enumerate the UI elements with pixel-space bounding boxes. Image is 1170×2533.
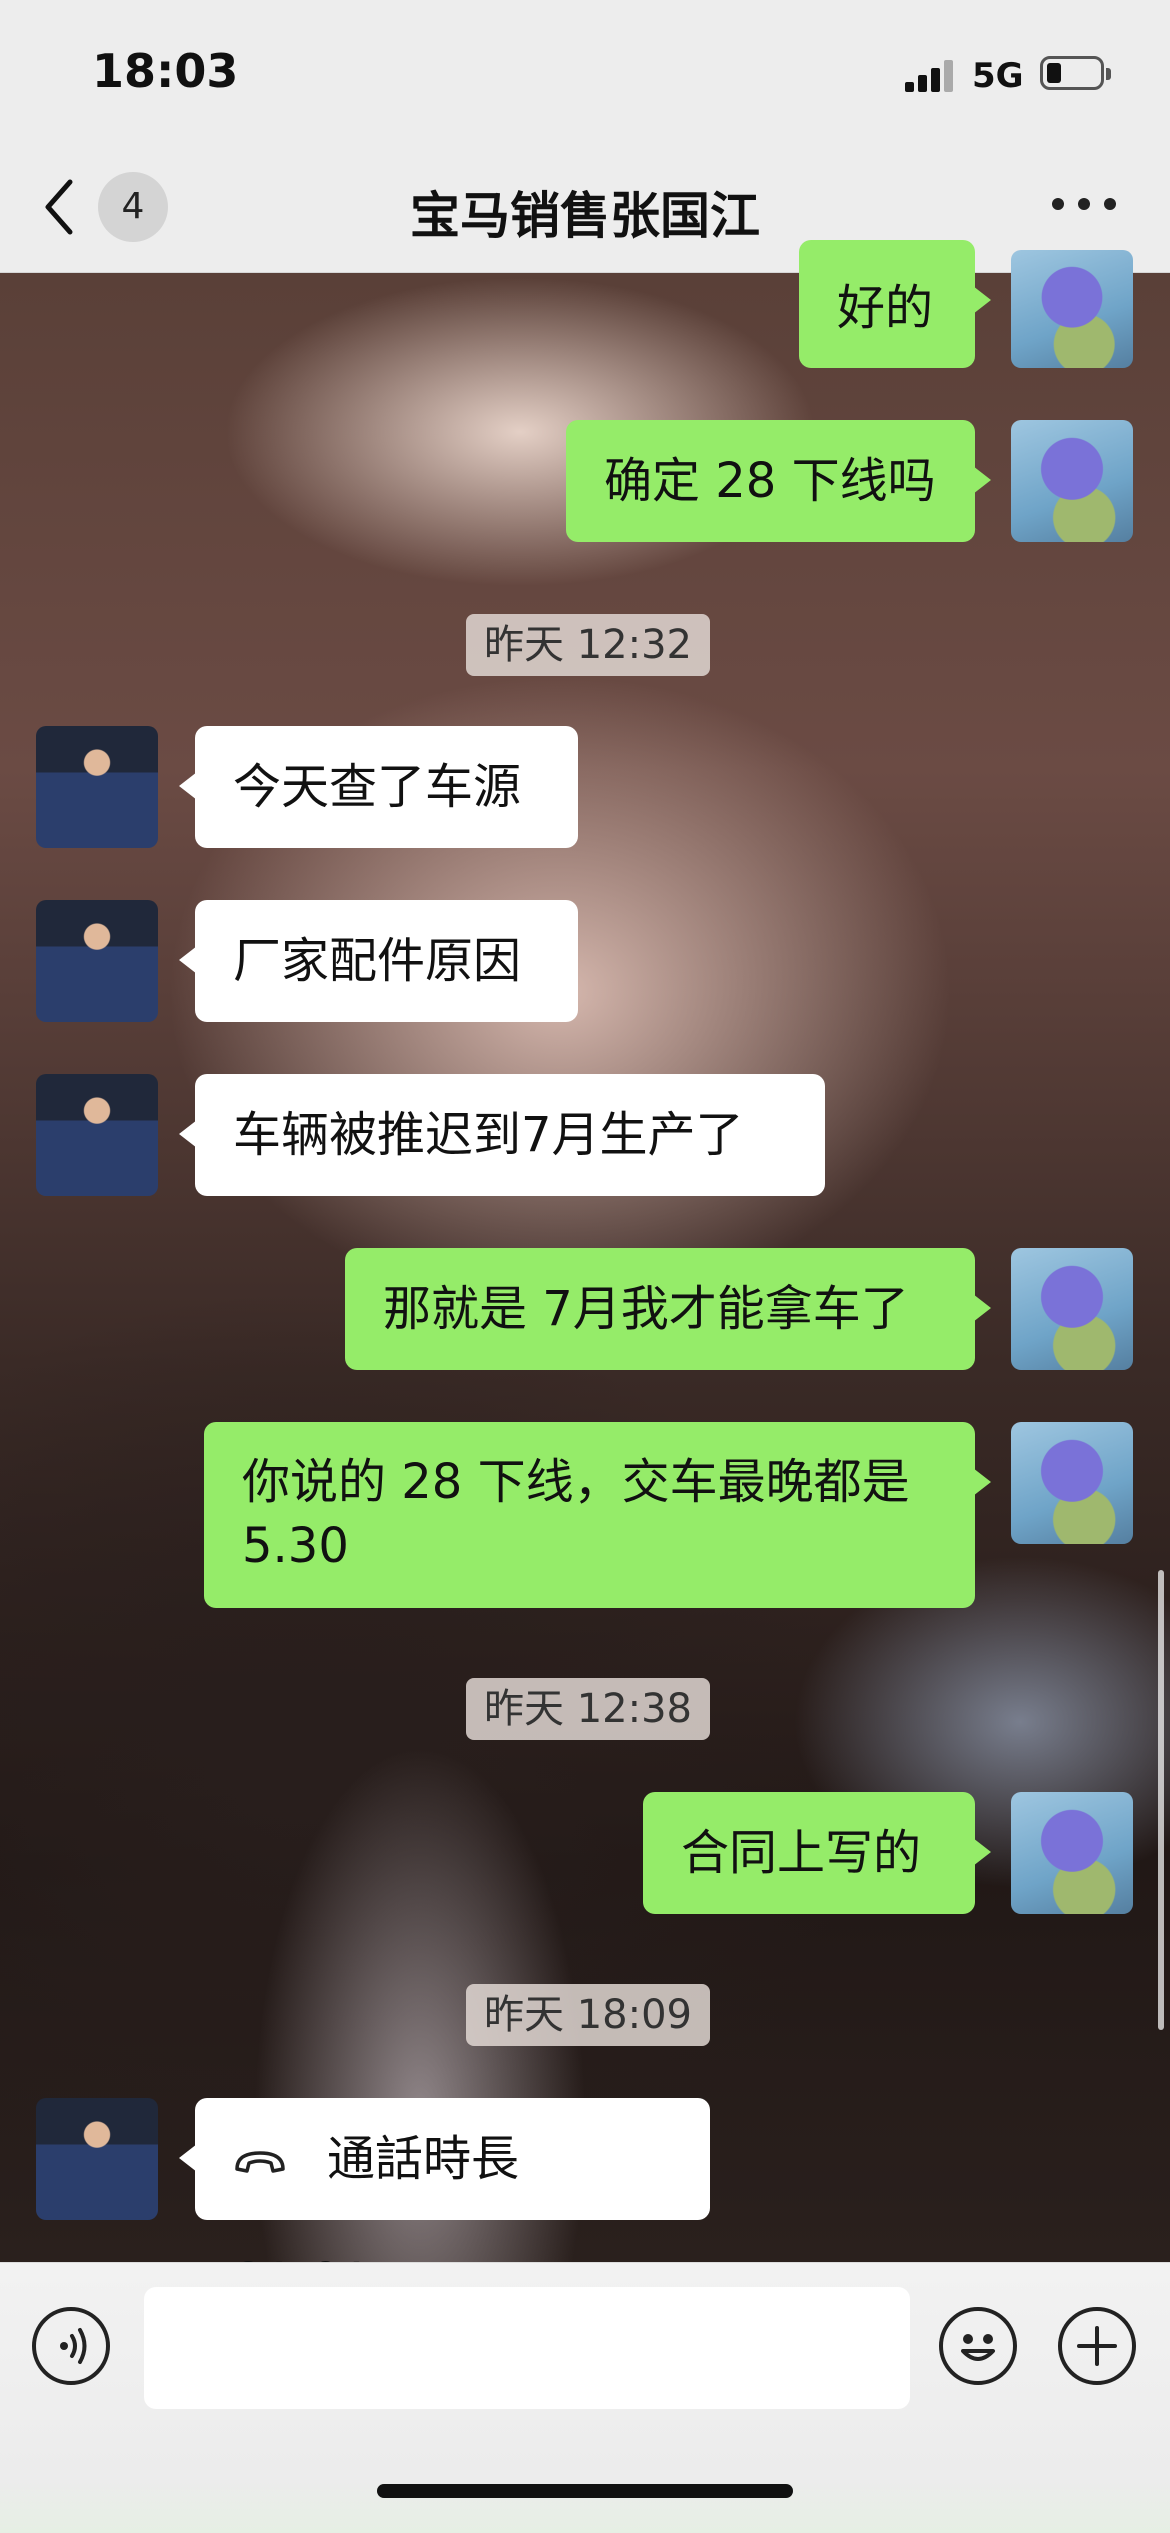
timestamp: 昨天 12:32 (466, 614, 710, 676)
avatar-contact[interactable] (36, 900, 158, 1022)
message-bubble-contact[interactable]: 今天查了车源 (179, 726, 578, 848)
phone-icon (235, 2151, 285, 2173)
message-bubble-me[interactable]: 好的 (799, 240, 991, 368)
chat-title: 宝马销售张国江 (410, 187, 760, 245)
signal-icon (905, 58, 955, 92)
battery-icon (1040, 56, 1111, 90)
message-bubble-contact[interactable]: 车辆被推迟到7月生产了 (179, 1074, 825, 1196)
emoji-icon (961, 2334, 995, 2361)
more-button[interactable] (1052, 196, 1116, 216)
message-text-line: 5.30 (242, 1518, 349, 1574)
avatar-me[interactable] (1011, 1422, 1133, 1544)
avatar-contact[interactable] (36, 2098, 158, 2220)
call-record-bubble[interactable]: 通話時長 01:01 (179, 2098, 710, 2309)
avatar-contact[interactable] (36, 1074, 158, 1196)
timestamp: 昨天 18:09 (466, 1984, 710, 2046)
timestamp: 昨天 12:38 (466, 1678, 710, 1740)
voice-icon (60, 2328, 87, 2364)
avatar-me[interactable] (1011, 1792, 1133, 1914)
avatar-me[interactable] (1011, 1248, 1133, 1370)
top-bar: 18:03 5G 4 宝马销售张国江 (0, 0, 1170, 273)
message-bubble-me[interactable]: 那就是 7月我才能拿车了 (345, 1248, 991, 1370)
avatar-contact[interactable] (36, 726, 158, 848)
voice-button[interactable] (32, 2307, 110, 2385)
avatar-me[interactable] (1011, 250, 1133, 368)
message-bubble-me[interactable]: 确定 28 下线吗 (566, 420, 991, 542)
status-time: 18:03 (92, 44, 239, 98)
plus-icon (1077, 2326, 1117, 2366)
emoji-button[interactable] (939, 2307, 1017, 2385)
message-bubble-me[interactable]: 你说的 28 下线，交车最晚都是 5.30 (204, 1422, 991, 1608)
more-dots-icon (1052, 198, 1064, 210)
network-type: 5G (972, 56, 1024, 96)
message-bubble-contact[interactable]: 厂家配件原因 (179, 900, 578, 1022)
message-bubble-me[interactable]: 合同上写的 (643, 1792, 991, 1914)
home-indicator[interactable] (377, 2484, 793, 2498)
scrollbar[interactable] (1158, 1570, 1164, 2030)
message-text-line: 你说的 28 下线，交车最晚都是 (242, 1454, 910, 1510)
avatar-me[interactable] (1011, 420, 1133, 542)
plus-button[interactable] (1058, 2307, 1136, 2385)
message-input[interactable] (144, 2287, 910, 2409)
